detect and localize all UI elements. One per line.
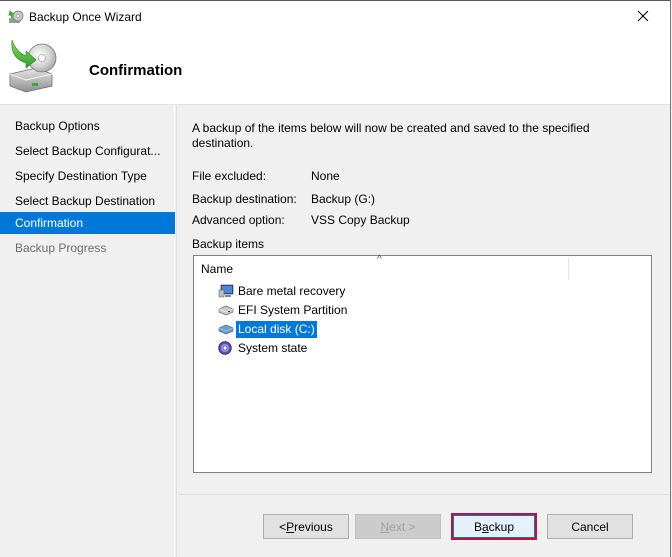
sidebar-item-confirmation[interactable]: Confirmation [0, 212, 175, 234]
list-item-label: EFI System Partition [238, 302, 348, 317]
next-button-accelerator: N [380, 519, 390, 534]
page-title: Confirmation [89, 62, 183, 79]
sidebar-item-backup-options[interactable]: Backup Options [0, 115, 175, 137]
backup-button[interactable]: Ba ckup [451, 513, 537, 540]
cancel-button[interactable]: Cancel [547, 514, 633, 539]
backup-drive-icon [6, 38, 58, 94]
backup-button-accelerator: a [481, 519, 489, 534]
name-column-header[interactable]: Name ^ [194, 254, 569, 282]
previous-button[interactable]: < Previous [263, 514, 349, 539]
previous-button-accelerator: P [286, 519, 295, 534]
list-item-label: Local disk (C:) [236, 320, 317, 338]
sidebar-item-select-backup-configuration[interactable]: Select Backup Configurat... [0, 140, 175, 162]
previous-button-prefix: < [279, 519, 287, 534]
column-separator[interactable] [568, 258, 569, 280]
sidebar-item-specify-destination-type[interactable]: Specify Destination Type [0, 165, 175, 187]
title-bar: Backup Once Wizard [0, 1, 670, 32]
previous-button-label: revious [294, 519, 333, 534]
file-excluded-label: File excluded: [192, 169, 267, 183]
close-button[interactable] [620, 1, 666, 31]
backup-once-wizard-window: Backup Once Wizard Confirmation Backup O… [0, 0, 671, 557]
list-item-local-disk-c[interactable]: Local disk (C:) [218, 320, 317, 338]
list-item-system-state[interactable]: System state [218, 339, 309, 357]
bare-metal-recovery-icon [218, 284, 234, 298]
sidebar-item-select-backup-destination[interactable]: Select Backup Destination [0, 190, 175, 212]
file-excluded-value: None [311, 169, 340, 183]
drive-icon [218, 322, 234, 336]
next-button: Next > [355, 514, 441, 539]
backup-button-prefix: B [473, 519, 482, 534]
wizard-header: Confirmation [0, 32, 670, 104]
confirmation-panel: A backup of the items below will now be … [178, 105, 670, 495]
backup-app-icon [8, 9, 24, 25]
intro-text: A backup of the items below will now be … [192, 121, 590, 150]
footer-divider [178, 494, 670, 495]
advanced-option-value: VSS Copy Backup [311, 213, 410, 227]
window-title: Backup Once Wizard [29, 10, 142, 24]
backup-destination-label: Backup destination: [192, 192, 297, 206]
list-item-label: System state [238, 340, 308, 355]
advanced-option-label: Advanced option: [192, 213, 285, 227]
list-item-bare-metal-recovery[interactable]: Bare metal recovery [218, 282, 347, 300]
backup-destination-value: Backup (G:) [311, 192, 376, 206]
system-state-icon [218, 341, 234, 355]
list-item-label: Bare metal recovery [238, 283, 346, 298]
sidebar-item-backup-progress: Backup Progress [15, 241, 107, 255]
list-item-efi-system-partition[interactable]: EFI System Partition [218, 301, 349, 319]
drive-icon [218, 303, 234, 317]
backup-items-label: Backup items [192, 237, 265, 251]
backup-button-label: ckup [488, 519, 515, 534]
close-icon [637, 10, 649, 22]
sort-ascending-icon: ^ [377, 254, 382, 265]
next-button-label: ext > [389, 519, 416, 534]
backup-items-list[interactable]: Name ^ Bare metal recovery EFI System Pa… [193, 254, 652, 473]
name-column-label: Name [201, 262, 234, 276]
wizard-steps-sidebar: Backup Options Select Backup Configurat.… [0, 105, 177, 557]
